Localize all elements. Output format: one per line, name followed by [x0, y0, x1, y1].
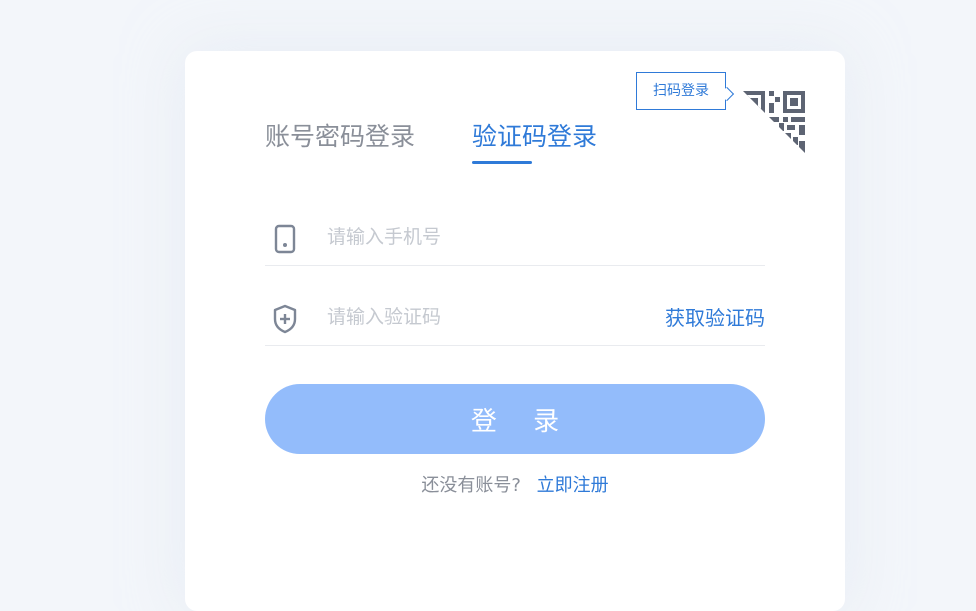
- shield-plus-icon: [273, 304, 297, 334]
- qr-code-icon[interactable]: [739, 87, 809, 157]
- register-link[interactable]: 立即注册: [537, 475, 609, 496]
- phone-field: [265, 204, 765, 266]
- phone-icon: [274, 224, 296, 254]
- verification-code-input[interactable]: [325, 296, 649, 338]
- tab-password-login[interactable]: 账号密码登录: [265, 119, 415, 155]
- tab-code-login[interactable]: 验证码登录: [472, 119, 597, 155]
- get-code-button[interactable]: 获取验证码: [665, 302, 765, 331]
- qr-login-tooltip-label: 扫码登录: [653, 83, 709, 99]
- active-tab-indicator: [472, 161, 532, 164]
- register-row: 还没有账号? 立即注册: [185, 474, 845, 498]
- qr-login-tooltip[interactable]: 扫码登录: [636, 72, 726, 110]
- register-prompt: 还没有账号?: [421, 475, 521, 496]
- login-card: 扫码登录 账号密码登录 验证码登录 请输入手机号 请输入验证码 获取验证码 登 …: [185, 51, 845, 611]
- login-button[interactable]: 登 录: [265, 384, 765, 454]
- phone-input[interactable]: [325, 216, 649, 258]
- verification-code-field: 获取验证码: [265, 284, 765, 346]
